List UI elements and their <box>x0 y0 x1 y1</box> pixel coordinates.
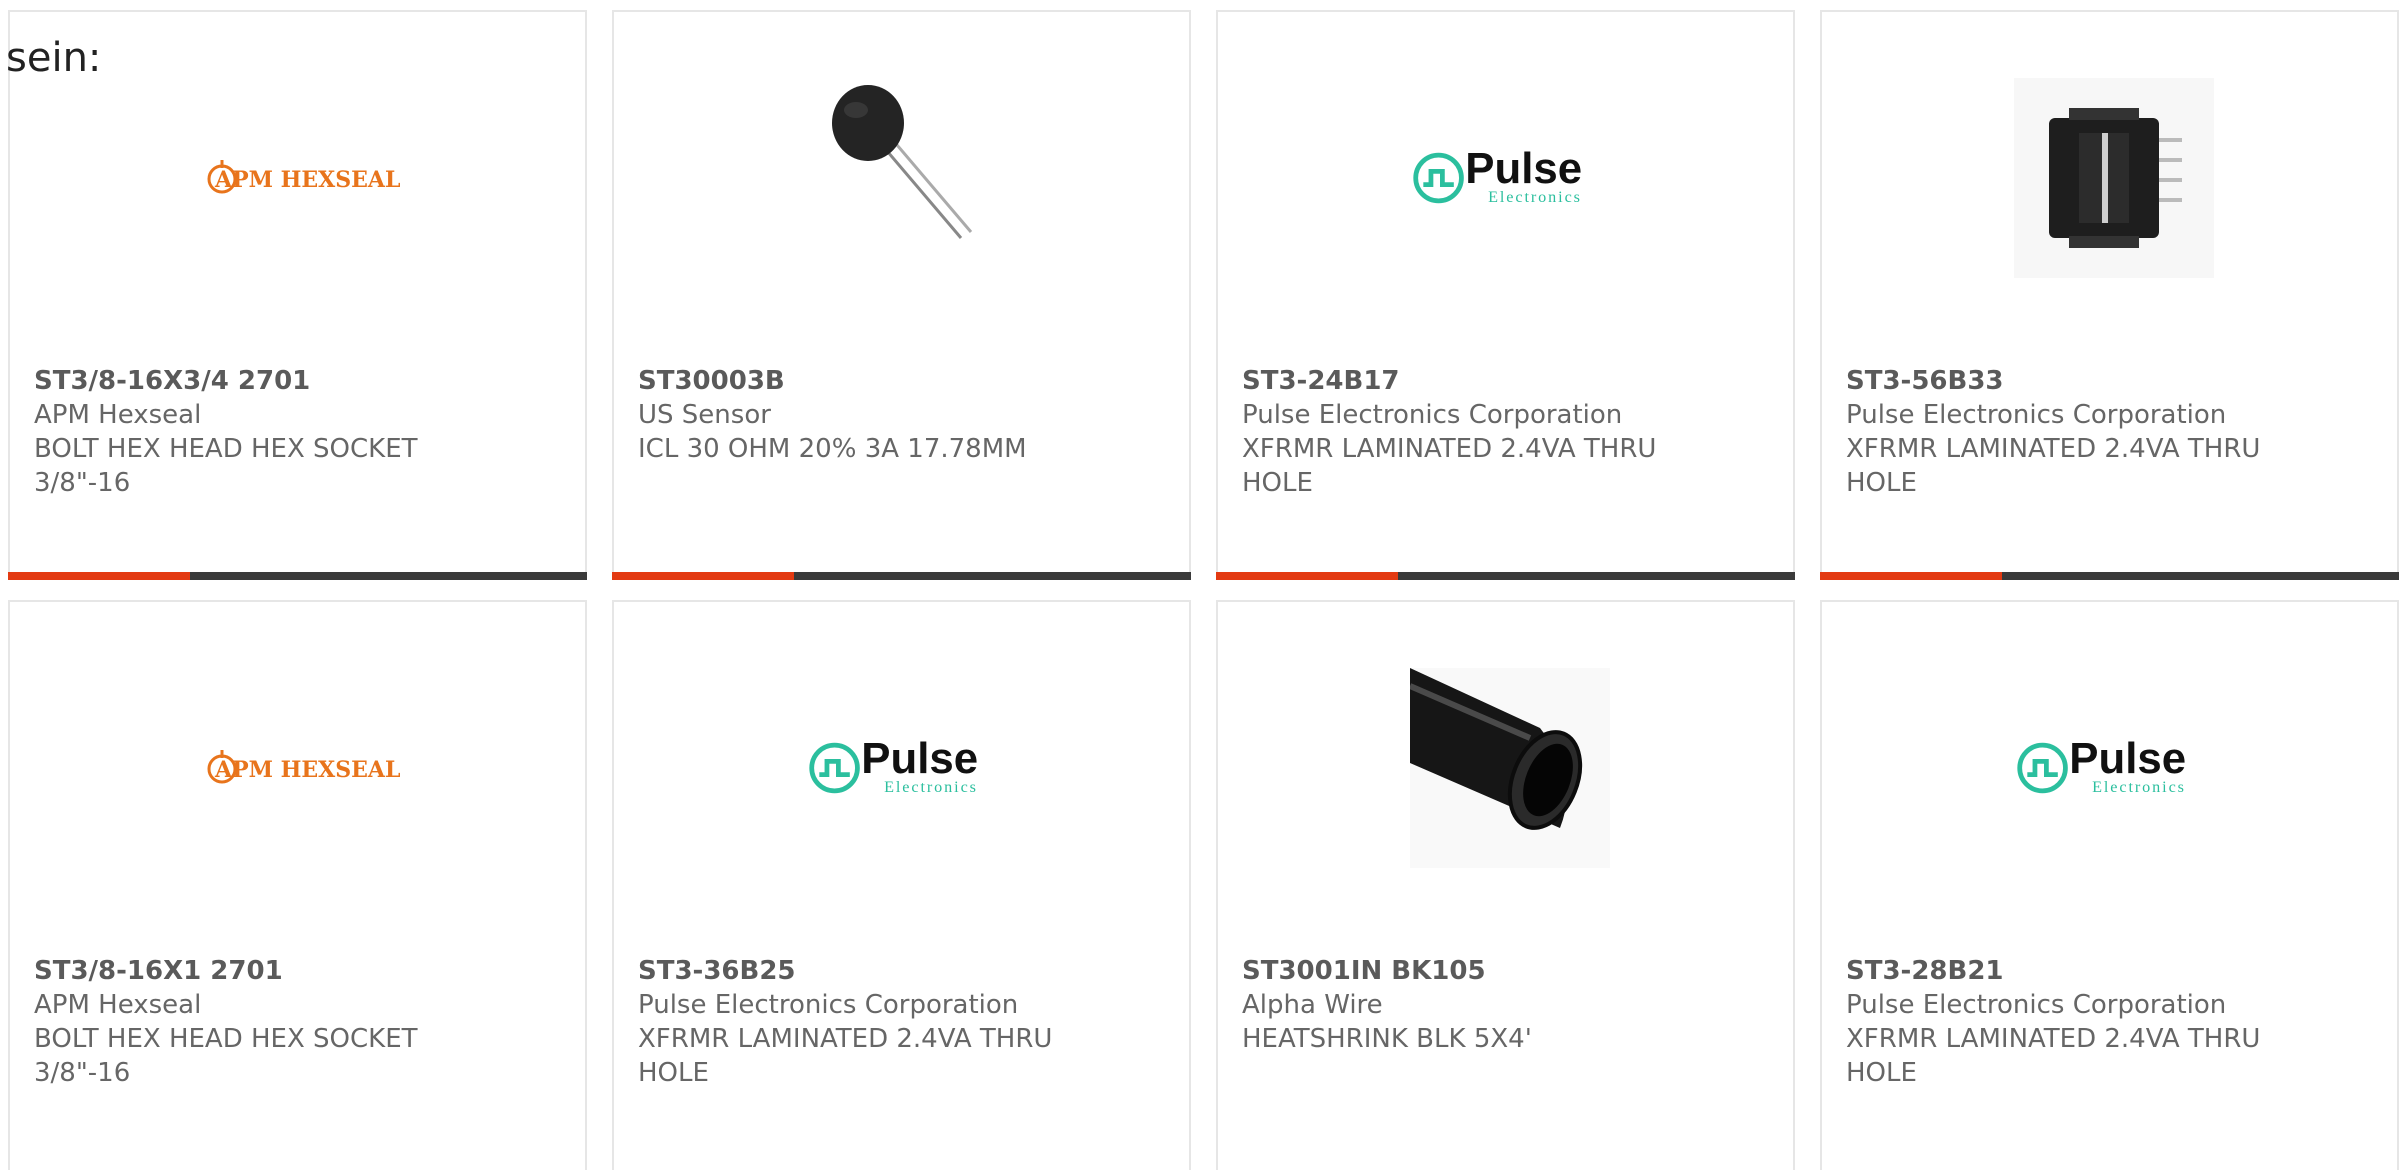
thermistor-image <box>806 78 1006 278</box>
description: XFRMR LAMINATED 2.4VA THRU HOLE <box>1242 434 1657 498</box>
product-card[interactable]: ST30003B US Sensor ICL 30 OHM 20% 3A 17.… <box>612 10 1191 580</box>
svg-text:Pulse: Pulse <box>1465 144 1582 193</box>
description: BOLT HEX HEAD HEX SOCKET 3/8"-16 <box>34 1024 418 1088</box>
product-card[interactable]: Pulse Electronics ST3-24B17 Pulse Electr… <box>1216 10 1795 580</box>
part-number[interactable]: ST3-36B25 <box>638 954 1058 988</box>
card-bottom-bar <box>1216 572 1795 580</box>
card-bar-accent <box>8 572 190 580</box>
card-bottom-bar <box>8 572 587 580</box>
product-card[interactable]: ST3-56B33 Pulse Electronics Corporation … <box>1820 10 2399 580</box>
product-card-link[interactable]: ST3-56B33 Pulse Electronics Corporation … <box>1822 12 2397 580</box>
description: BOLT HEX HEAD HEX SOCKET 3/8"-16 <box>34 434 418 498</box>
product-card-link[interactable]: APM HEXSEAL ST3/8-16X3/4 2701 APM Hexsea… <box>10 12 585 580</box>
product-info: ST3/8-16X3/4 2701 APM Hexseal BOLT HEX H… <box>34 364 454 500</box>
manufacturer: APM Hexseal <box>34 990 202 1020</box>
part-number[interactable]: ST3-24B17 <box>1242 364 1662 398</box>
product-card[interactable]: Pulse Electronics ST3-28B21 Pulse Electr… <box>1820 600 2399 1170</box>
product-info: ST3-56B33 Pulse Electronics Corporation … <box>1846 364 2266 500</box>
description: XFRMR LAMINATED 2.4VA THRU HOLE <box>638 1024 1053 1088</box>
product-card-link[interactable]: APM HEXSEAL ST3/8-16X1 2701 APM Hexseal … <box>10 602 585 1170</box>
part-number[interactable]: ST3/8-16X3/4 2701 <box>34 364 454 398</box>
part-number[interactable]: ST3/8-16X1 2701 <box>34 954 454 988</box>
product-card[interactable]: ST3001IN BK105 Alpha Wire HEATSHRINK BLK… <box>1216 600 1795 1170</box>
svg-text:Electronics: Electronics <box>1488 188 1582 206</box>
part-number[interactable]: ST3001IN BK105 <box>1242 954 1662 988</box>
product-card-link[interactable]: ST30003B US Sensor ICL 30 OHM 20% 3A 17.… <box>614 12 1189 580</box>
product-info: ST3-24B17 Pulse Electronics Corporation … <box>1242 364 1662 500</box>
manufacturer: Alpha Wire <box>1242 990 1383 1020</box>
product-info: ST3-36B25 Pulse Electronics Corporation … <box>638 954 1058 1090</box>
part-number[interactable]: ST3-28B21 <box>1846 954 2266 988</box>
product-info: ST3-28B21 Pulse Electronics Corporation … <box>1846 954 2266 1090</box>
pulse-electronics-logo: Pulse Electronics <box>2014 668 2214 868</box>
product-card-link[interactable]: Pulse Electronics ST3-28B21 Pulse Electr… <box>1822 602 2397 1170</box>
card-bottom-bar <box>612 572 1191 580</box>
part-number[interactable]: ST3-56B33 <box>1846 364 2266 398</box>
manufacturer: APM Hexseal <box>34 400 202 430</box>
card-bar-accent <box>612 572 794 580</box>
manufacturer: Pulse Electronics Corporation <box>638 990 1019 1020</box>
svg-text:Electronics: Electronics <box>884 778 978 796</box>
card-bar-accent <box>1820 572 2002 580</box>
manufacturer: Pulse Electronics Corporation <box>1846 400 2227 430</box>
description: XFRMR LAMINATED 2.4VA THRU HOLE <box>1846 434 2261 498</box>
product-card-link[interactable]: Pulse Electronics ST3-36B25 Pulse Electr… <box>614 602 1189 1170</box>
product-card-link[interactable]: Pulse Electronics ST3-24B17 Pulse Electr… <box>1218 12 1793 580</box>
product-card[interactable]: Pulse Electronics ST3-36B25 Pulse Electr… <box>612 600 1191 1170</box>
product-card[interactable]: APM HEXSEAL ST3/8-16X1 2701 APM Hexseal … <box>8 600 587 1170</box>
heatshrink-tube-image <box>1410 668 1610 868</box>
transformer-image <box>2014 78 2214 278</box>
manufacturer: Pulse Electronics Corporation <box>1846 990 2227 1020</box>
product-card-link[interactable]: ST3001IN BK105 Alpha Wire HEATSHRINK BLK… <box>1218 602 1793 1170</box>
intro-text: sein: <box>6 35 102 81</box>
product-info: ST3/8-16X1 2701 APM Hexseal BOLT HEX HEA… <box>34 954 454 1090</box>
apm-hexseal-logo: APM HEXSEAL <box>202 78 402 278</box>
product-info: ST3001IN BK105 Alpha Wire HEATSHRINK BLK… <box>1242 954 1662 1056</box>
manufacturer: US Sensor <box>638 400 771 430</box>
description: HEATSHRINK BLK 5X4' <box>1242 1024 1532 1054</box>
pulse-electronics-logo: Pulse Electronics <box>806 668 1006 868</box>
svg-text:Electronics: Electronics <box>2092 778 2186 796</box>
description: ICL 30 OHM 20% 3A 17.78MM <box>638 434 1027 464</box>
apm-hexseal-logo: APM HEXSEAL <box>202 668 402 868</box>
pulse-electronics-logo: Pulse Electronics <box>1410 78 1610 278</box>
svg-text:APM HEXSEAL: APM HEXSEAL <box>214 167 400 193</box>
part-number[interactable]: ST30003B <box>638 364 1058 398</box>
card-bottom-bar <box>1820 572 2399 580</box>
svg-text:Pulse: Pulse <box>2069 734 2186 783</box>
svg-text:APM HEXSEAL: APM HEXSEAL <box>214 757 400 783</box>
manufacturer: Pulse Electronics Corporation <box>1242 400 1623 430</box>
svg-text:Pulse: Pulse <box>861 734 978 783</box>
product-info: ST30003B US Sensor ICL 30 OHM 20% 3A 17.… <box>638 364 1058 466</box>
product-card[interactable]: APM HEXSEAL ST3/8-16X3/4 2701 APM Hexsea… <box>8 10 587 580</box>
description: XFRMR LAMINATED 2.4VA THRU HOLE <box>1846 1024 2261 1088</box>
card-bar-accent <box>1216 572 1398 580</box>
